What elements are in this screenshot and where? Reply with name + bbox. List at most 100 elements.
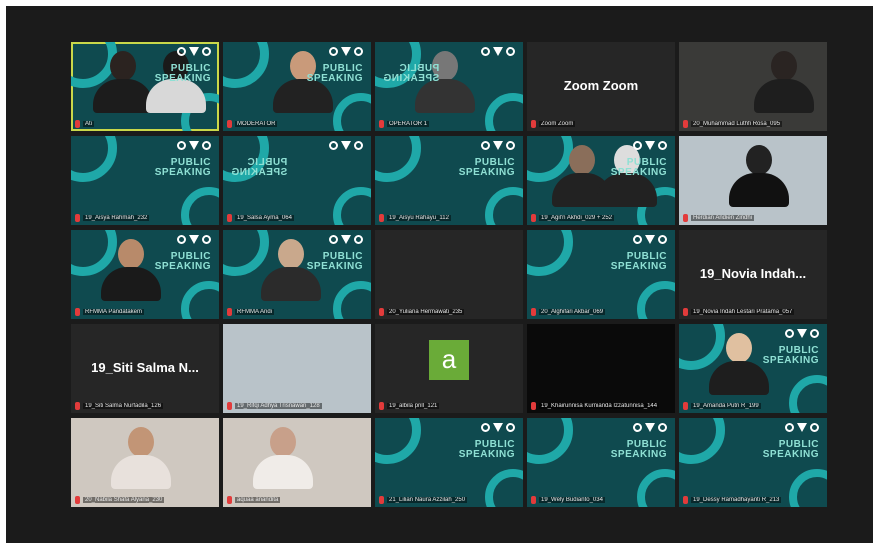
participant-name: 21_Lilian Naura Azzilah_250	[387, 497, 468, 503]
mic-off-icon	[683, 120, 688, 128]
participant-video-figure	[101, 239, 161, 301]
circle-icon	[329, 47, 338, 56]
figure-body	[93, 79, 153, 113]
participant-tile[interactable]: 20_Nabila Shafa Alyana_230	[71, 418, 219, 507]
participant-tile[interactable]: PUBLIC SPEAKING 19_Wely Budianto_034	[527, 418, 675, 507]
participant-tile[interactable]: 20_Muhammad Luthfi Rosa_095	[679, 42, 827, 131]
mic-off-icon	[227, 496, 232, 504]
participant-video-figure	[111, 427, 171, 489]
figure-head	[270, 427, 296, 457]
branding-icons	[633, 141, 667, 150]
circle-icon	[481, 141, 490, 150]
figure-body	[729, 173, 789, 207]
participant-tile[interactable]: PUBLIC SPEAKING 19_Salsa Ayma_064	[223, 136, 371, 225]
participant-tile[interactable]: PUBLIC SPEAKING 19_Aisyu Rahayu_112	[375, 136, 523, 225]
circle-icon	[329, 235, 338, 244]
circle-icon	[354, 235, 363, 244]
logo-line-2: SPEAKING	[458, 449, 515, 460]
name-bar: RFMMA Andi	[223, 305, 371, 319]
participant-tile[interactable]: PUBLIC SPEAKING 19_Aisya Rahmah_232	[71, 136, 219, 225]
logo-line-2: SPEAKING	[306, 73, 363, 84]
participant-name: 19_Amanda Putri R_199	[691, 403, 761, 409]
branding-icons	[481, 47, 515, 56]
mic-off-icon	[531, 402, 536, 410]
public-speaking-logo: PUBLIC SPEAKING	[763, 440, 819, 460]
circle-icon	[177, 47, 186, 56]
name-bar: 19_Siti Salma Nurfadila_126	[71, 399, 219, 413]
circle-icon	[810, 423, 819, 432]
participant-tile[interactable]: Zoom Zoom Zoom Zoom	[527, 42, 675, 131]
participant-tile[interactable]: PUBLIC SPEAKING 19_Amanda Putri R_199	[679, 324, 827, 413]
figure-body	[146, 79, 206, 113]
figure-body	[754, 79, 814, 113]
participant-name: 19_Dessy Ramadhayanti R_213	[691, 497, 782, 503]
mic-off-icon	[227, 120, 232, 128]
participant-name: RFMMA Andi	[235, 309, 275, 315]
circle-icon	[633, 423, 642, 432]
public-speaking-logo: PUBLIC SPEAKING	[307, 252, 363, 272]
participant-name: 19_Siti Salma Nurfadila_126	[83, 403, 164, 409]
participant-tile[interactable]: PUBLIC SPEAKING 19_Dessy Ramadhayanti R_21…	[679, 418, 827, 507]
triangle-icon	[645, 423, 655, 432]
name-bar: aquaa anandita	[223, 493, 371, 507]
circle-icon	[506, 141, 515, 150]
triangle-icon	[341, 47, 351, 56]
participant-tile[interactable]: PUBLIC SPEAKING RFMMA Pandatakem	[71, 230, 219, 319]
mic-off-icon	[227, 214, 232, 222]
figure-head	[278, 239, 304, 269]
participant-name: 20_Yuliana Hermawati_235	[387, 309, 465, 315]
participant-name: RFMMA Pandatakem	[83, 309, 145, 315]
mic-off-icon	[379, 120, 384, 128]
circle-icon	[810, 329, 819, 338]
circle-icon	[202, 47, 211, 56]
participant-name: Herdian Andien Zindhi	[691, 215, 755, 221]
mic-off-icon	[227, 402, 232, 410]
branding-icons	[633, 235, 667, 244]
name-bar: 20_Yuliana Hermawati_235	[375, 305, 523, 319]
name-bar: 20_Muhammad Luthfi Rosa_095	[679, 117, 827, 131]
mic-off-icon	[227, 308, 232, 316]
participant-tile[interactable]: PUBLIC SPEAKING RFMMA Andi	[223, 230, 371, 319]
participant-tile[interactable]: aquaa anandita	[223, 418, 371, 507]
name-bar: MODERATOR	[223, 117, 371, 131]
branding-icons	[177, 141, 211, 150]
participant-name: 19_Rifqi Adhya Trisnawan_128	[235, 403, 322, 409]
participant-tile[interactable]: PUBLIC SPEAKING 21_Lilian Naura Azzilah_25…	[375, 418, 523, 507]
participant-tile[interactable]: PUBLIC SPEAKING 20_Alghifari Akbar_069	[527, 230, 675, 319]
participant-tile[interactable]: 19_Siti Salma N... 19_Siti Salma Nurfadil…	[71, 324, 219, 413]
participant-tile[interactable]: 19_Novia Indah... 19_Novia Indah Lestari …	[679, 230, 827, 319]
logo-line-2: SPEAKING	[154, 73, 211, 84]
branding-icons	[481, 141, 515, 150]
participant-tile[interactable]: PUBLIC SPEAKING Ati	[71, 42, 219, 131]
participant-gallery: PUBLIC SPEAKING Ati PUBLIC SPEAKING MODERATOR…	[71, 42, 827, 507]
participant-tile[interactable]: Herdian Andien Zindhi	[679, 136, 827, 225]
participant-name: 19_Aisya Rahmah_232	[83, 215, 150, 221]
public-speaking-logo: PUBLIC SPEAKING	[231, 157, 287, 178]
circle-icon	[506, 423, 515, 432]
participant-tile[interactable]: a 19_albila prill_121	[375, 324, 523, 413]
circle-icon	[202, 141, 211, 150]
participant-video-figure	[754, 51, 814, 113]
participant-tile[interactable]: 19_Khairunnisa Kurnianda Izzatunnisa_144	[527, 324, 675, 413]
circle-icon	[202, 235, 211, 244]
triangle-icon	[797, 329, 807, 338]
participant-tile[interactable]: PUBLIC SPEAKING OPERATOR 1	[375, 42, 523, 131]
circle-icon	[658, 141, 667, 150]
logo-line-2: SPEAKING	[154, 167, 211, 178]
participant-name: 20_Alghifari Akbar_069	[539, 309, 606, 315]
participant-tile[interactable]: PUBLIC SPEAKING 19_Agil'n Akhdi_029 + 252	[527, 136, 675, 225]
participant-tile[interactable]: 20_Yuliana Hermawati_235	[375, 230, 523, 319]
name-bar: 19_Novia Indah Lestari Pratama_057	[679, 305, 827, 319]
logo-line-2: SPEAKING	[306, 261, 363, 272]
participant-video-figure	[93, 51, 153, 113]
mic-off-icon	[531, 120, 536, 128]
circle-icon	[177, 235, 186, 244]
participant-tile[interactable]: 19_Rifqi Adhya Trisnawan_128	[223, 324, 371, 413]
circle-icon	[785, 423, 794, 432]
participant-tile[interactable]: PUBLIC SPEAKING MODERATOR	[223, 42, 371, 131]
public-speaking-logo: PUBLIC SPEAKING	[611, 158, 667, 178]
name-bar: 19_Khairunnisa Kurnianda Izzatunnisa_144	[527, 399, 675, 413]
name-bar: RFMMA Pandatakem	[71, 305, 219, 319]
figure-head	[771, 51, 797, 81]
name-bar: 19_Wely Budianto_034	[527, 493, 675, 507]
